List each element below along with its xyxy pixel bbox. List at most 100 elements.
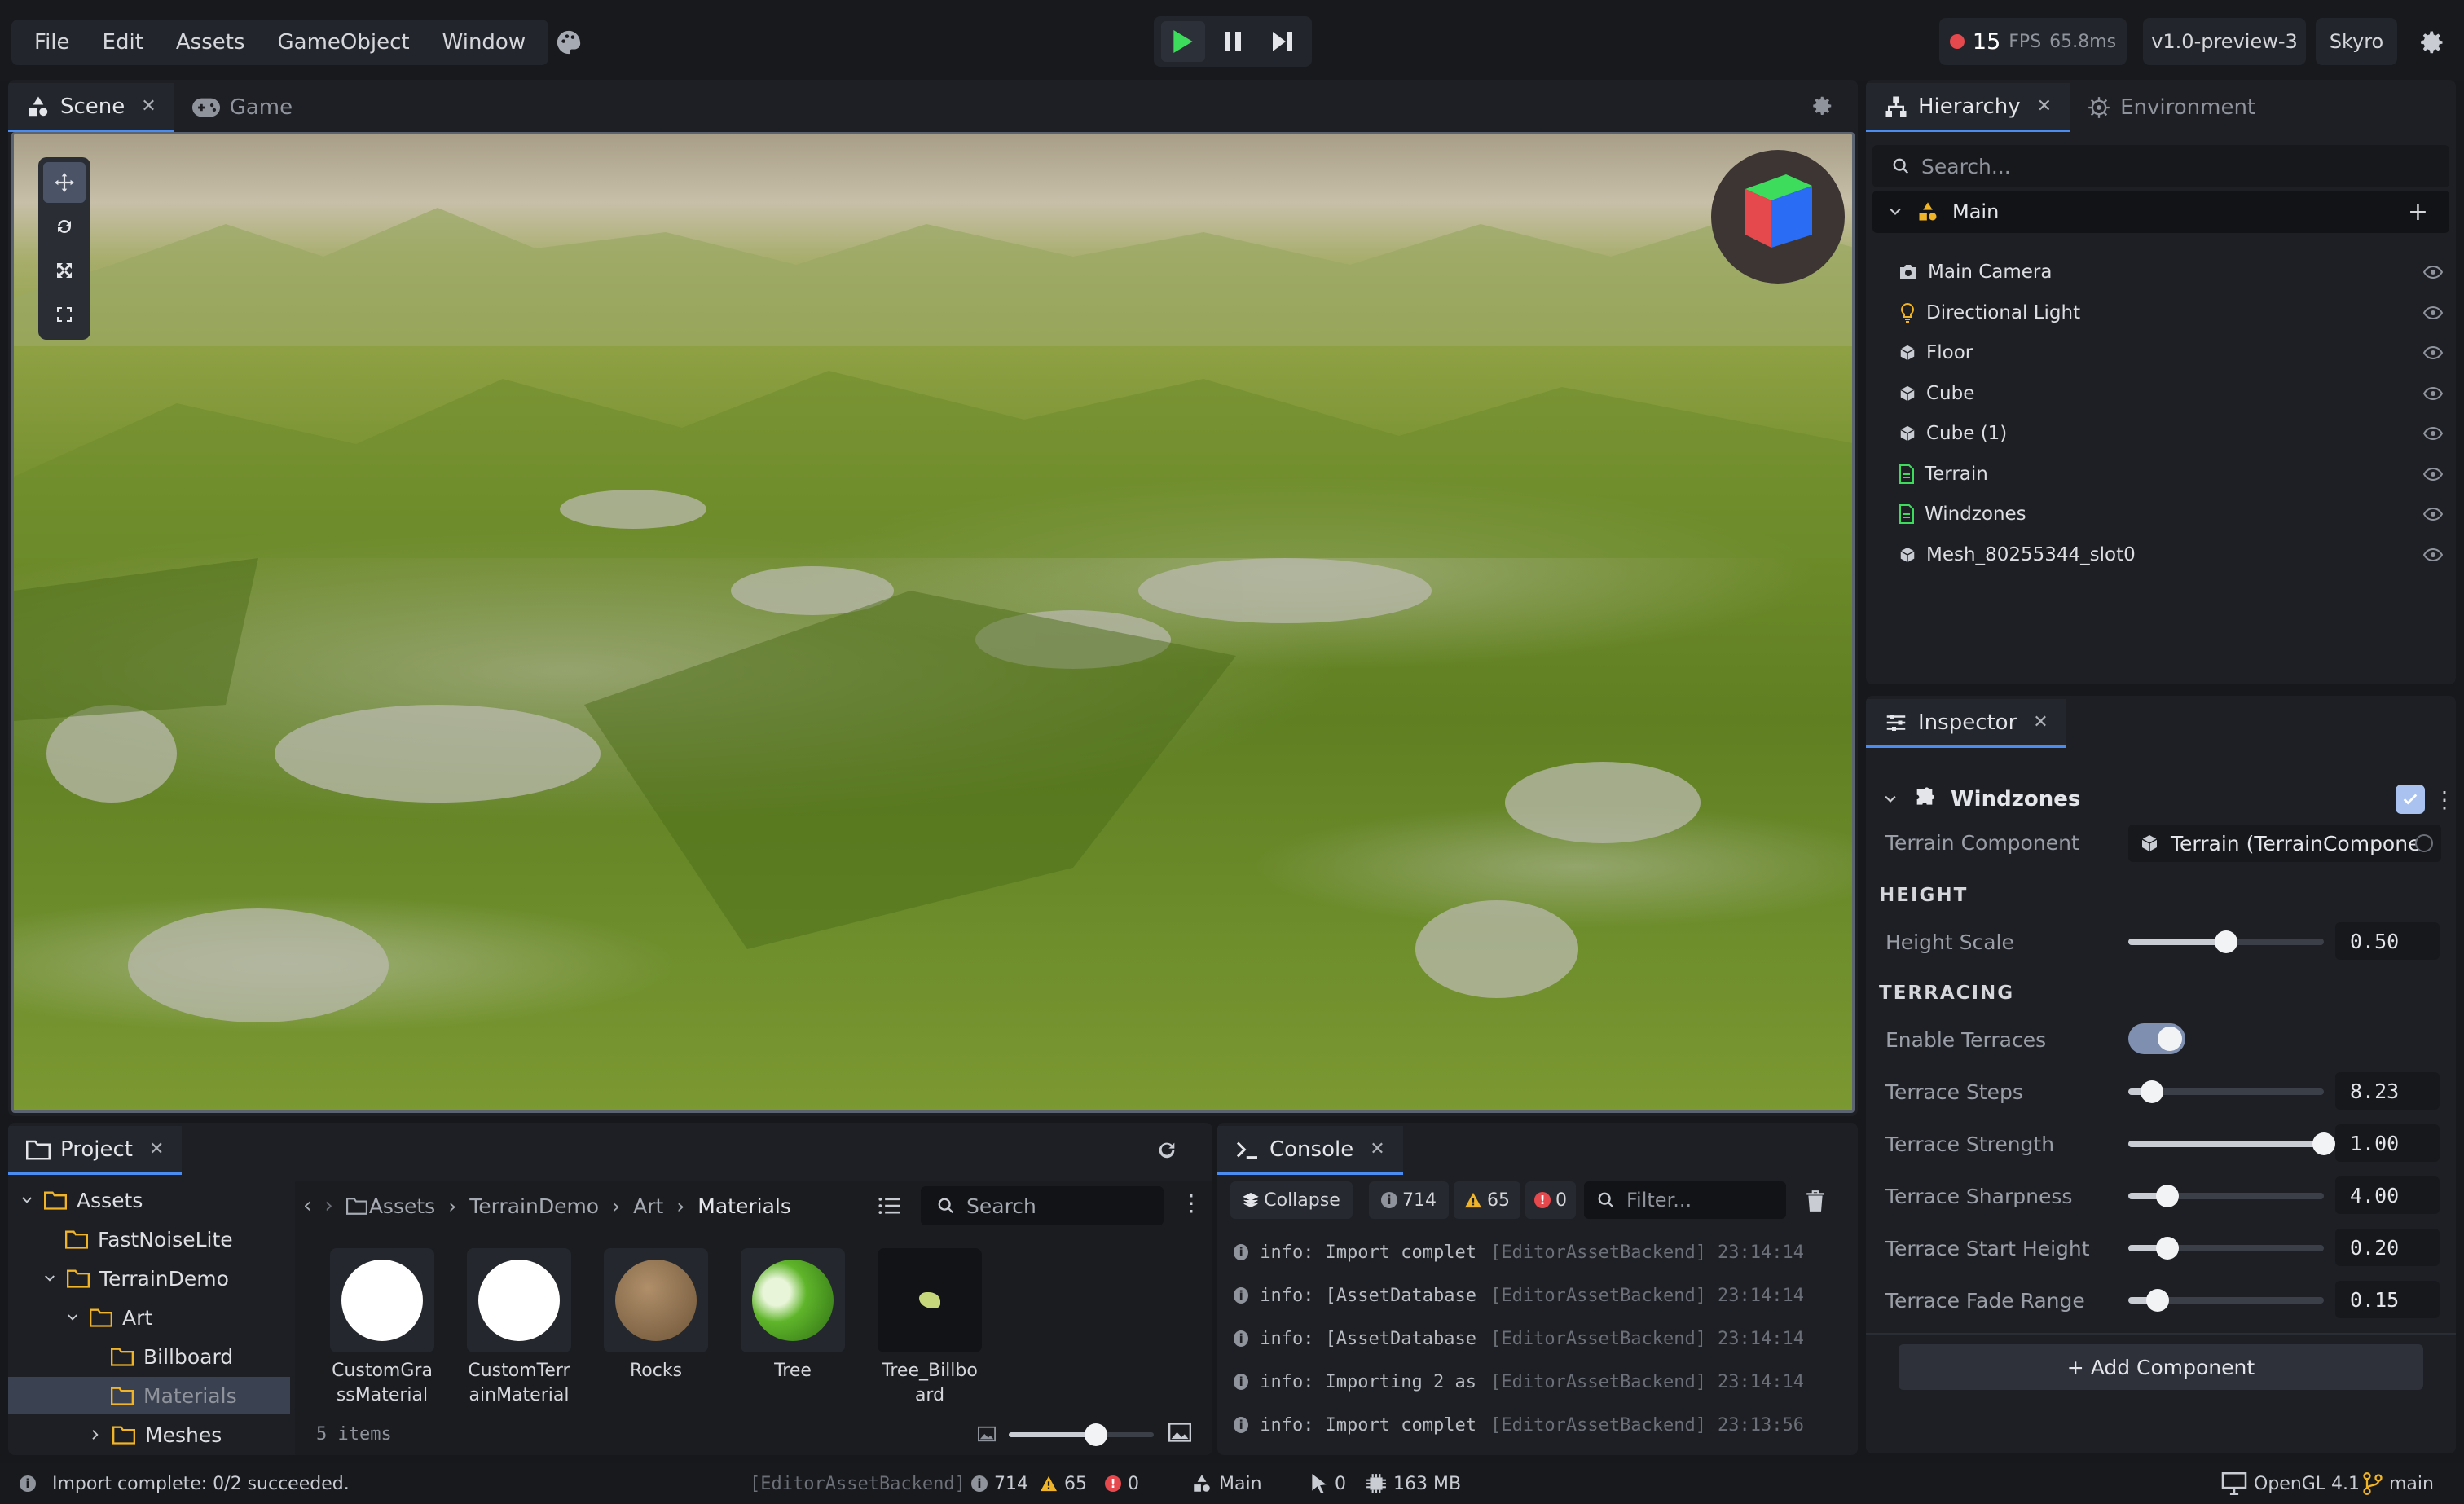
- step-button[interactable]: [1261, 21, 1305, 62]
- hierarchy-search-input[interactable]: Search...: [1872, 145, 2449, 187]
- tree-item-materials[interactable]: Materials: [8, 1377, 290, 1414]
- terrace-steps-slider[interactable]: [2128, 1080, 2324, 1103]
- slider-knob[interactable]: [2140, 1080, 2163, 1103]
- scene-settings-gear-icon[interactable]: [1806, 90, 1838, 122]
- tab-hierarchy[interactable]: Hierarchy ✕: [1866, 83, 2070, 132]
- tab-environment[interactable]: Environment: [2070, 83, 2273, 132]
- chevron-down-icon[interactable]: [1882, 791, 1899, 807]
- hierarchy-item[interactable]: Floor: [1899, 335, 2453, 371]
- tree-item-meshes[interactable]: Meshes: [88, 1416, 222, 1453]
- palette-icon[interactable]: [551, 24, 587, 60]
- kebab-menu-icon[interactable]: ⋮: [2433, 786, 2456, 813]
- refresh-icon[interactable]: [1151, 1134, 1183, 1167]
- slider-knob[interactable]: [2312, 1132, 2335, 1155]
- thumbnail-size-slider[interactable]: [1009, 1423, 1154, 1446]
- pause-button[interactable]: [1211, 21, 1255, 62]
- tree-item-terraindemo[interactable]: TerrainDemo: [42, 1260, 229, 1297]
- component-enabled-checkbox[interactable]: [2396, 785, 2425, 814]
- terrace-strength-value[interactable]: 1.00: [2335, 1124, 2440, 1162]
- asset-tree-billboard[interactable]: Tree_Billbo ard: [869, 1248, 991, 1408]
- asset-rocks[interactable]: Rocks: [595, 1248, 717, 1383]
- tab-scene[interactable]: Scene ✕: [8, 83, 174, 132]
- slider-knob[interactable]: [1084, 1423, 1107, 1446]
- collapse-button[interactable]: Collapse: [1230, 1181, 1353, 1219]
- object-picker-icon[interactable]: [2415, 834, 2433, 852]
- trash-icon[interactable]: [1799, 1185, 1832, 1217]
- add-component-button[interactable]: + Add Component: [1899, 1344, 2423, 1390]
- tab-console[interactable]: Console ✕: [1217, 1126, 1403, 1175]
- console-log-row[interactable]: i info: [AssetDatabase [EditorAssetBackend]…: [1234, 1318, 1804, 1359]
- hierarchy-item[interactable]: Main Camera: [1899, 254, 2453, 290]
- status-scene[interactable]: Main: [1191, 1473, 1262, 1494]
- console-log-row[interactable]: i info: [AssetDatabase [EditorAssetBackend]…: [1234, 1275, 1804, 1316]
- tab-inspector[interactable]: Inspector ✕: [1866, 699, 2066, 748]
- status-message[interactable]: i Import complete: 0/2 succeeded.: [20, 1474, 350, 1494]
- eye-icon[interactable]: [2423, 467, 2443, 482]
- close-icon[interactable]: ✕: [2037, 96, 2052, 117]
- slider-knob[interactable]: [2156, 1237, 2179, 1260]
- warning-filter-button[interactable]: 65: [1454, 1181, 1520, 1219]
- user-button[interactable]: Skyro: [2316, 18, 2397, 65]
- chevron-down-icon[interactable]: [65, 1310, 80, 1325]
- eye-icon[interactable]: [2423, 345, 2443, 360]
- menu-window[interactable]: Window: [426, 30, 543, 55]
- close-icon[interactable]: ✕: [2033, 712, 2048, 732]
- chevron-down-icon[interactable]: [20, 1193, 34, 1207]
- close-icon[interactable]: ✕: [1370, 1139, 1384, 1159]
- slider-knob[interactable]: [2215, 930, 2237, 953]
- chevron-right-icon[interactable]: [88, 1427, 103, 1442]
- asset-customterrainmaterial[interactable]: CustomTerr ainMaterial: [458, 1248, 580, 1408]
- terrace-sharpness-value[interactable]: 4.00: [2335, 1176, 2440, 1214]
- slider-knob[interactable]: [2156, 1185, 2179, 1207]
- rotate-tool-icon[interactable]: [43, 206, 86, 247]
- hierarchy-item[interactable]: Cube (1): [1899, 416, 2453, 451]
- hierarchy-item[interactable]: Mesh_80255344_slot0: [1899, 537, 2453, 573]
- terrace-fade-range-slider[interactable]: [2128, 1289, 2324, 1312]
- tree-item-billboard[interactable]: Billboard: [111, 1338, 233, 1375]
- rect-tool-icon[interactable]: [43, 294, 86, 335]
- breadcrumb-terraindemo[interactable]: TerrainDemo: [469, 1194, 599, 1218]
- asset-customgrassmaterial[interactable]: CustomGra ssMaterial: [321, 1248, 443, 1408]
- tree-item-art[interactable]: Art: [65, 1299, 152, 1336]
- asset-tree[interactable]: Tree: [732, 1248, 854, 1383]
- terrace-start-height-slider[interactable]: [2128, 1237, 2324, 1260]
- move-tool-icon[interactable]: [43, 162, 86, 203]
- height-scale-value[interactable]: 0.50: [2335, 922, 2440, 960]
- scene-root-main[interactable]: Main +: [1872, 191, 2449, 233]
- settings-gear-icon[interactable]: [2413, 24, 2449, 60]
- enable-terraces-toggle[interactable]: [2128, 1023, 2185, 1054]
- console-log-row[interactable]: i info: Import complet [EditorAssetBackend]…: [1234, 1232, 1804, 1273]
- error-filter-button[interactable]: ! 0: [1525, 1181, 1576, 1219]
- tab-project[interactable]: Project ✕: [8, 1126, 183, 1175]
- eye-icon[interactable]: [2423, 306, 2443, 320]
- terrain-component-field[interactable]: Terrain (TerrainCompone: [2128, 825, 2441, 862]
- eye-icon[interactable]: [2423, 548, 2443, 562]
- tree-item-fastnoiselite[interactable]: FastNoiseLite: [65, 1220, 233, 1258]
- scale-tool-icon[interactable]: [43, 250, 86, 291]
- menu-edit[interactable]: Edit: [86, 30, 160, 55]
- hierarchy-item[interactable]: Terrain: [1899, 456, 2453, 492]
- status-branch[interactable]: main: [2363, 1472, 2434, 1495]
- menu-gameobject[interactable]: GameObject: [262, 30, 426, 55]
- terrace-start-height-value[interactable]: 0.20: [2335, 1229, 2440, 1266]
- close-icon[interactable]: ✕: [149, 1139, 164, 1159]
- tree-item-assets[interactable]: Assets: [20, 1181, 143, 1219]
- console-log-row[interactable]: i info: Importing 2 as [EditorAssetBackend]…: [1234, 1361, 1804, 1402]
- menu-assets[interactable]: Assets: [160, 30, 262, 55]
- breadcrumb-materials[interactable]: Materials: [697, 1194, 791, 1218]
- project-search-input[interactable]: Search: [921, 1186, 1164, 1225]
- eye-icon[interactable]: [2423, 386, 2443, 401]
- chevron-down-icon[interactable]: [42, 1271, 57, 1286]
- console-filter-input[interactable]: Filter...: [1584, 1181, 1786, 1219]
- terrace-strength-slider[interactable]: [2128, 1132, 2335, 1155]
- close-icon[interactable]: ✕: [141, 96, 156, 117]
- tab-game[interactable]: Game: [174, 83, 310, 132]
- hierarchy-item[interactable]: Cube: [1899, 376, 2453, 411]
- kebab-menu-icon[interactable]: ⋮: [1180, 1190, 1203, 1216]
- terrace-fade-range-value[interactable]: 0.15: [2335, 1281, 2440, 1318]
- orientation-gizmo[interactable]: [1711, 150, 1845, 284]
- height-scale-slider[interactable]: [2128, 930, 2324, 953]
- add-object-button[interactable]: +: [2408, 198, 2428, 226]
- terrace-steps-value[interactable]: 8.23: [2335, 1072, 2440, 1110]
- breadcrumb-art[interactable]: Art: [633, 1194, 663, 1218]
